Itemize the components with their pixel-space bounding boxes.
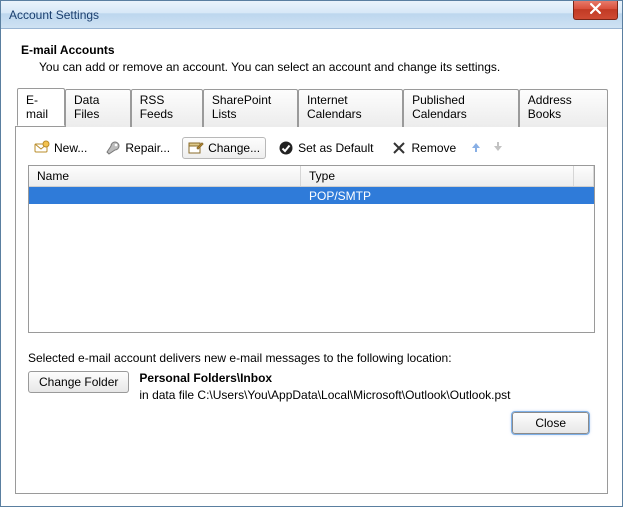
repair-button-label: Repair... (125, 141, 170, 155)
delivery-info: Selected e-mail account delivers new e-m… (28, 351, 595, 402)
tab-email[interactable]: E-mail (17, 88, 65, 126)
delivery-location-path: in data file C:\Users\You\AppData\Local\… (139, 388, 510, 402)
remove-icon (391, 140, 407, 156)
tab-published-calendars[interactable]: Published Calendars (403, 89, 519, 127)
table-row[interactable]: POP/SMTP (29, 187, 594, 204)
repair-icon (105, 140, 121, 156)
check-circle-icon (278, 140, 294, 156)
tab-internet-calendars[interactable]: Internet Calendars (298, 89, 403, 127)
column-header-spacer (574, 166, 594, 186)
window-close-button[interactable] (573, 1, 618, 20)
close-icon (590, 3, 601, 17)
move-down-button[interactable] (490, 140, 506, 156)
delivery-location-title: Personal Folders\Inbox (139, 371, 510, 385)
new-mail-icon (34, 140, 50, 156)
change-button[interactable]: Change... (182, 137, 266, 159)
change-folder-button[interactable]: Change Folder (28, 371, 129, 393)
header-description: You can add or remove an account. You ca… (39, 60, 602, 74)
cell-type: POP/SMTP (301, 189, 594, 203)
tab-rss-feeds[interactable]: RSS Feeds (131, 89, 203, 127)
delivery-intro: Selected e-mail account delivers new e-m… (28, 351, 595, 365)
arrow-up-icon (470, 141, 482, 156)
tab-address-books[interactable]: Address Books (519, 89, 608, 127)
content-area: E-mail Accounts You can add or remove an… (1, 29, 622, 506)
set-default-button[interactable]: Set as Default (272, 137, 379, 159)
change-icon (188, 140, 204, 156)
close-button[interactable]: Close (512, 412, 589, 434)
new-button-label: New... (54, 141, 87, 155)
toolbar: New... Repair... Change... (28, 137, 595, 159)
titlebar: Account Settings (1, 1, 622, 29)
header-block: E-mail Accounts You can add or remove an… (15, 39, 608, 88)
column-header-type[interactable]: Type (301, 166, 574, 186)
repair-button[interactable]: Repair... (99, 137, 176, 159)
list-body: POP/SMTP (29, 187, 594, 332)
set-default-label: Set as Default (298, 141, 373, 155)
tabstrip: E-mail Data Files RSS Feeds SharePoint L… (15, 88, 608, 126)
list-header: Name Type (29, 166, 594, 187)
delivery-location: Personal Folders\Inbox in data file C:\U… (139, 371, 510, 402)
change-button-label: Change... (208, 141, 260, 155)
column-header-name[interactable]: Name (29, 166, 301, 186)
remove-button-label: Remove (411, 141, 456, 155)
window-title: Account Settings (9, 8, 99, 22)
tab-data-files[interactable]: Data Files (65, 89, 131, 127)
account-settings-window: Account Settings E-mail Accounts You can… (0, 0, 623, 507)
header-title: E-mail Accounts (21, 43, 602, 57)
new-button[interactable]: New... (28, 137, 93, 159)
arrow-down-icon (492, 141, 504, 156)
footer: Close (28, 402, 595, 436)
accounts-list: Name Type POP/SMTP (28, 165, 595, 333)
remove-button[interactable]: Remove (385, 137, 462, 159)
move-up-button[interactable] (468, 140, 484, 156)
tab-sharepoint-lists[interactable]: SharePoint Lists (203, 89, 298, 127)
tab-panel-email: New... Repair... Change... (15, 126, 608, 494)
